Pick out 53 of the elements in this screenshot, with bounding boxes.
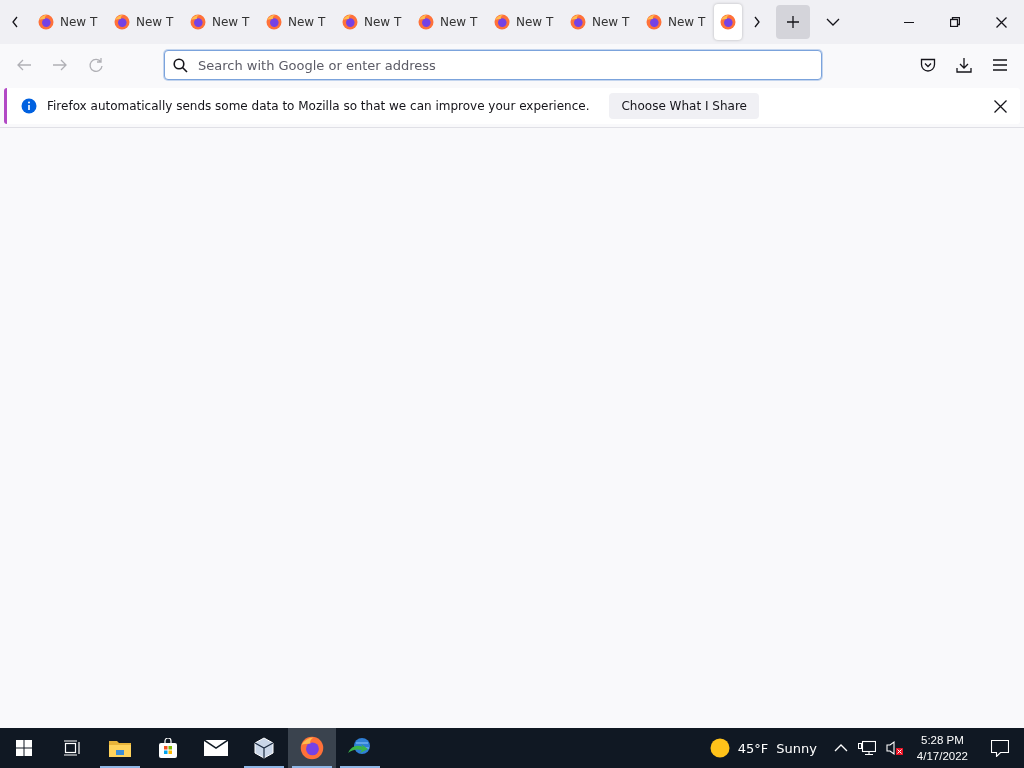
weather-condition: Sunny	[776, 740, 817, 756]
folder-icon	[109, 739, 131, 757]
task-view-icon	[63, 740, 81, 756]
browser-tab[interactable]: New T	[334, 4, 410, 40]
firefox-icon	[114, 14, 130, 30]
choose-share-button[interactable]: Choose What I Share	[609, 93, 759, 119]
firefox-icon	[646, 14, 662, 30]
firefox-icon	[342, 14, 358, 30]
store-bag-icon	[158, 738, 178, 758]
browser-tab[interactable]: New T	[182, 4, 258, 40]
firefox-icon	[190, 14, 206, 30]
new-tab-button[interactable]	[776, 5, 810, 39]
network-monitor-icon	[857, 740, 876, 756]
firefox-icon	[300, 736, 324, 760]
browser-tab[interactable]	[714, 4, 742, 40]
address-field[interactable]: Search with Google or enter address	[164, 50, 822, 80]
firefox-icon	[494, 14, 510, 30]
browser-tab[interactable]: New T	[30, 4, 106, 40]
info-icon	[21, 98, 37, 114]
browser-tab[interactable]: New T	[258, 4, 334, 40]
speaker-muted-icon	[885, 740, 904, 756]
browser-tab[interactable]: New T	[638, 4, 714, 40]
menu-icon	[992, 57, 1008, 73]
browser-tab[interactable]: New T	[486, 4, 562, 40]
windows-icon	[16, 740, 32, 756]
close-icon	[995, 16, 1007, 28]
firefox-icon	[720, 14, 736, 30]
browser-tab[interactable]: New T	[562, 4, 638, 40]
firefox-icon	[418, 14, 434, 30]
sun-icon	[709, 738, 730, 758]
plus-icon	[786, 15, 800, 29]
caret-up-icon	[833, 744, 848, 752]
search-icon	[173, 58, 188, 73]
firefox-icon	[570, 14, 586, 30]
speech-bubble-icon	[991, 739, 1009, 757]
envelope-icon	[204, 740, 228, 756]
weather-temperature: 45°F	[737, 740, 769, 756]
firefox-icon	[266, 14, 282, 30]
restore-icon	[950, 17, 960, 27]
clock-button[interactable]: 5:28 PM 4/17/2022	[908, 728, 976, 768]
close-icon	[993, 99, 1007, 113]
reload-icon	[88, 57, 104, 73]
notification-message: Firefox automatically sends some data to Mozilla so that we can improve your experience.	[47, 99, 590, 113]
browser-tab[interactable]: New T	[106, 4, 182, 40]
cube-icon	[254, 737, 274, 759]
pocket-icon	[920, 57, 936, 73]
firefox-icon	[38, 14, 54, 30]
arrow-left-icon	[16, 57, 32, 73]
minimize-icon	[904, 21, 914, 23]
arrow-right-icon	[52, 57, 68, 73]
chevron-down-icon	[826, 18, 840, 26]
browser-tab[interactable]: New T	[410, 4, 486, 40]
download-icon	[956, 57, 972, 73]
